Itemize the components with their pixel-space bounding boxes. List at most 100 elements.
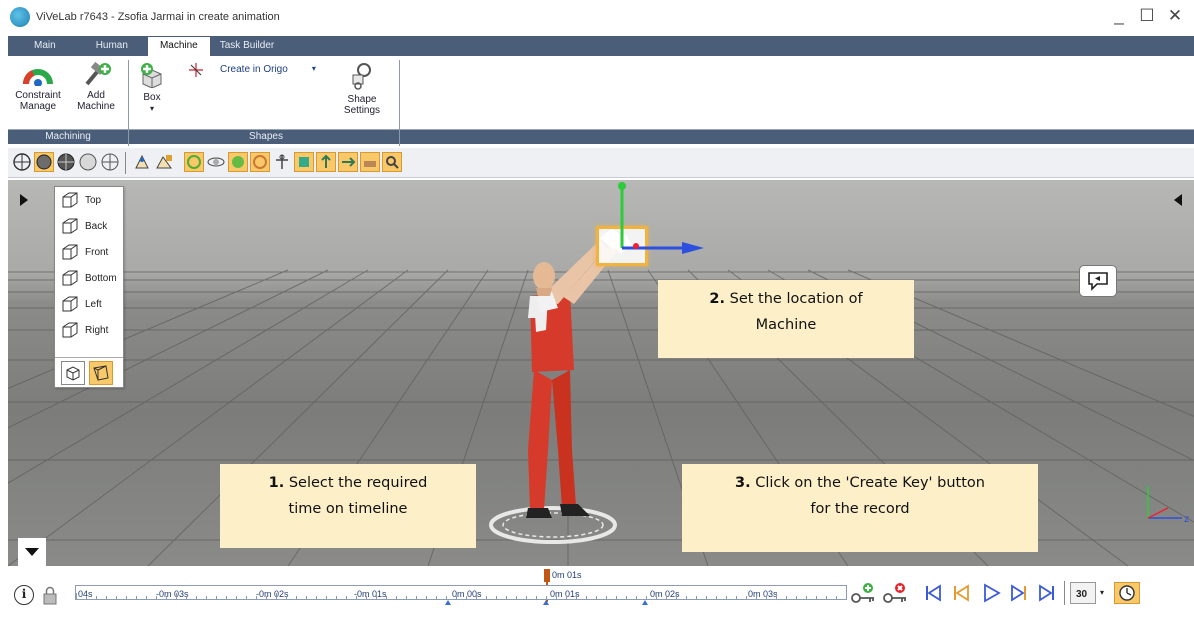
bottom-panel-toggle-icon[interactable]: [18, 538, 46, 566]
add-machine-button[interactable]: Add Machine: [72, 61, 120, 112]
timeline-tick: [296, 596, 297, 599]
info-icon[interactable]: i: [14, 585, 34, 605]
timeline-tick: [766, 596, 767, 599]
go-to-end-icon[interactable]: [1036, 582, 1058, 604]
create-key-button[interactable]: [850, 582, 878, 604]
maximize-button[interactable]: ☐: [1138, 6, 1156, 26]
timeline-tick: [436, 596, 437, 599]
timeline-tick: [836, 596, 837, 599]
keyframe-marker[interactable]: [642, 600, 648, 605]
app-logo-icon: [10, 7, 30, 27]
box-label: Box: [143, 92, 161, 103]
callout-step-1-number: 1.: [268, 475, 285, 491]
reach-human-icon[interactable]: [250, 152, 270, 172]
view-left[interactable]: Left: [55, 291, 123, 317]
realtime-clock-button[interactable]: [1114, 582, 1140, 604]
view-back[interactable]: Back: [55, 213, 123, 239]
flat-sphere-icon[interactable]: [78, 152, 98, 172]
ribbon-tabs: Main Human Machine Task Builder: [8, 36, 1194, 56]
ribbon-group-labels: Machining Shapes: [8, 130, 1194, 144]
timeline-track[interactable]: 04s -0m 03s -0m 02s -0m 01s 0m 00s 0m 01…: [75, 585, 847, 600]
orbit-icon[interactable]: [206, 152, 226, 172]
close-button[interactable]: ✕: [1166, 6, 1184, 26]
timeline-tick: [136, 596, 137, 599]
carry-icon[interactable]: [360, 152, 380, 172]
lift-icon[interactable]: [316, 152, 336, 172]
transform-gizmo-icon[interactable]: [598, 180, 718, 270]
go-to-start-icon[interactable]: [922, 582, 944, 604]
timeline-label: -0m 02s: [256, 589, 289, 599]
human-pose-icon[interactable]: [154, 152, 174, 172]
fps-dropdown-arrow[interactable]: ▾: [1100, 588, 1104, 597]
view-toolbar: [8, 148, 1194, 178]
push-icon[interactable]: [338, 152, 358, 172]
box-button[interactable]: Box ▾: [136, 62, 168, 114]
timeline-label: 0m 03s: [748, 589, 778, 599]
timeline-tick: [666, 596, 667, 599]
box-dropdown-arrow[interactable]: ▾: [136, 103, 168, 114]
shape-settings-button[interactable]: Shape Settings: [338, 62, 386, 116]
perspective-cube-button[interactable]: [89, 361, 113, 385]
timeline-tick: [246, 596, 247, 599]
timeline-tick: [816, 596, 817, 599]
constraint-manage-button[interactable]: Constraint Manage: [10, 64, 66, 112]
comment-button[interactable]: [1079, 265, 1117, 297]
view-front-label: Front: [85, 246, 109, 258]
minimize-button[interactable]: _: [1110, 6, 1128, 26]
group-label-machining: Machining: [45, 131, 91, 142]
timeline-tick: [156, 596, 157, 599]
right-panel-toggle-icon[interactable]: [1174, 194, 1182, 206]
view-top-label: Top: [85, 194, 102, 206]
timeline-tick: [466, 596, 467, 599]
left-panel-toggle-icon[interactable]: [20, 194, 28, 206]
3d-viewport[interactable]: Top Back Front Bottom Left Right z 2. Se…: [8, 180, 1194, 566]
keyframe-marker[interactable]: [543, 600, 549, 605]
balance-icon[interactable]: [272, 152, 292, 172]
create-in-origo-dropdown[interactable]: Create in Origo ▾: [220, 64, 316, 75]
inspect-icon[interactable]: [382, 152, 402, 172]
fps-button[interactable]: 30: [1070, 582, 1096, 604]
callout-step-2: 2. Set the location of Machine: [658, 280, 914, 358]
timeline-tick: [716, 596, 717, 599]
delete-key-button[interactable]: [882, 582, 910, 604]
grasp-icon[interactable]: [294, 152, 314, 172]
timeline-tick: [376, 593, 377, 599]
view-top[interactable]: Top: [55, 187, 123, 213]
toolbar-separator: [1064, 581, 1065, 605]
callout-step-2-line-2: Machine: [755, 317, 817, 333]
lock-icon[interactable]: [42, 585, 58, 605]
time-cursor-handle[interactable]: [544, 569, 550, 582]
orthographic-cube-button[interactable]: [61, 361, 85, 385]
timeline-tick: [536, 596, 537, 599]
tab-machine[interactable]: Machine: [147, 37, 210, 56]
view-right[interactable]: Right: [55, 317, 123, 343]
window-title: ViVeLab r7643 - Zsofia Jarmai in create …: [36, 11, 280, 23]
xray-sphere-icon[interactable]: [100, 152, 120, 172]
current-time-label: 0m 01s: [552, 570, 582, 580]
title-bar: ViVeLab r7643 - Zsofia Jarmai in create …: [0, 0, 1194, 34]
wireframe-sphere-icon[interactable]: [12, 152, 32, 172]
tab-task-builder[interactable]: Task Builder: [210, 36, 284, 56]
view-front[interactable]: Front: [55, 239, 123, 265]
shaded-wire-sphere-icon[interactable]: [56, 152, 76, 172]
constraint-manage-label-2: Manage: [19, 101, 57, 112]
timeline-tick: [306, 596, 307, 599]
tab-human[interactable]: Human: [72, 36, 148, 56]
tab-main[interactable]: Main: [8, 36, 72, 56]
timeline-tick: [206, 596, 207, 599]
timeline-label: -0m 01s: [354, 589, 387, 599]
cube-right-icon: [62, 322, 78, 338]
previous-key-icon[interactable]: [950, 582, 972, 604]
play-icon[interactable]: [980, 582, 1002, 604]
rotate-human-icon[interactable]: [184, 152, 204, 172]
keyframe-marker[interactable]: [445, 600, 451, 605]
view-bottom[interactable]: Bottom: [55, 265, 123, 291]
shaded-sphere-orange-icon[interactable]: [34, 152, 54, 172]
timeline-tick: [546, 596, 547, 599]
walk-human-icon[interactable]: [228, 152, 248, 172]
timeline-tick: [396, 596, 397, 599]
next-key-icon[interactable]: [1008, 582, 1030, 604]
timeline-tick: [76, 593, 77, 599]
timeline-tick: [186, 596, 187, 599]
human-select-icon[interactable]: [132, 152, 152, 172]
